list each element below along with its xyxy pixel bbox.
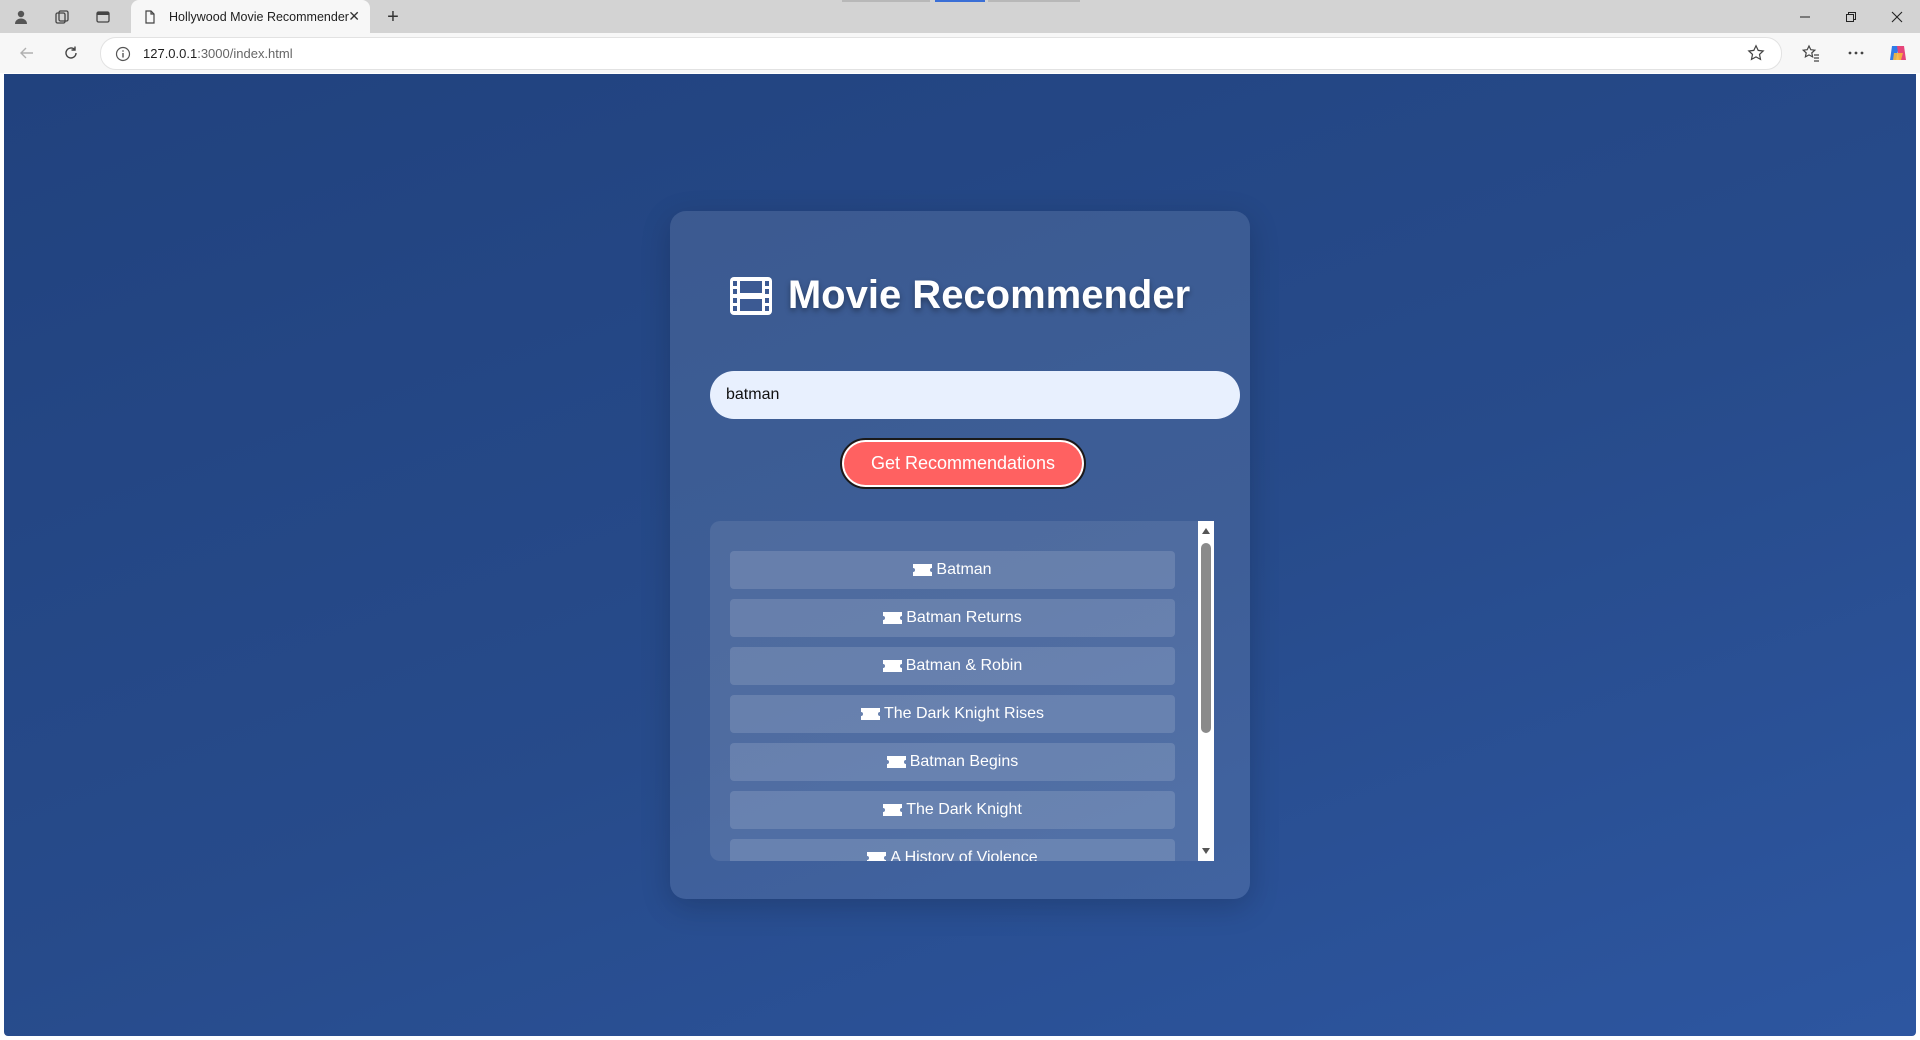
get-recommendations-button[interactable]: Get Recommendations <box>840 438 1086 489</box>
ticket-icon <box>886 756 906 768</box>
browser-tab-bar: Hollywood Movie Recommender ✕ + <box>0 0 1920 33</box>
tab-title: Hollywood Movie Recommender <box>169 9 349 24</box>
favorites-icon[interactable] <box>1797 39 1825 67</box>
tab-active[interactable]: Hollywood Movie Recommender ✕ <box>131 0 370 33</box>
result-item[interactable]: The Dark Knight Rises <box>730 695 1175 733</box>
result-item[interactable]: Batman Begins <box>730 743 1175 781</box>
recommender-card: Movie Recommender Get Recommendations Ba… <box>670 211 1250 899</box>
page-title-text: Movie Recommender <box>787 273 1191 317</box>
result-item[interactable]: Batman & Robin <box>730 647 1175 685</box>
reload-button[interactable] <box>57 39 85 67</box>
address-bar[interactable]: 127.0.0.1:3000/index.html <box>100 37 1782 70</box>
page-viewport: Movie Recommender Get Recommendations Ba… <box>4 74 1916 1036</box>
ticket-icon <box>913 564 933 576</box>
result-title: Batman Returns <box>906 609 1022 626</box>
result-title: A History of Violence <box>890 849 1038 861</box>
site-info-icon[interactable] <box>115 46 131 62</box>
minimize-icon[interactable] <box>1782 0 1828 33</box>
results-list: Batman Batman Returns Batman & Robin The… <box>730 551 1175 861</box>
tab-strip-indicator <box>988 0 1080 2</box>
url-path: :3000/index.html <box>197 46 293 61</box>
ticket-icon <box>882 660 902 672</box>
url-host: 127.0.0.1 <box>143 46 198 61</box>
result-item[interactable]: The Dark Knight <box>730 791 1175 829</box>
result-item[interactable]: A History of Violence <box>730 839 1175 861</box>
result-title: Batman & Robin <box>905 657 1023 674</box>
close-tab-icon[interactable]: ✕ <box>348 8 360 25</box>
search-input[interactable] <box>710 371 1240 419</box>
page-icon <box>143 9 157 24</box>
workspaces-icon[interactable] <box>48 5 76 29</box>
ticket-icon <box>883 612 903 624</box>
result-item[interactable]: Batman Returns <box>730 599 1175 637</box>
ticket-icon <box>860 708 880 720</box>
results-scrollbar[interactable] <box>1198 521 1214 861</box>
result-title: The Dark Knight Rises <box>883 705 1045 722</box>
tab-strip-indicator <box>842 0 930 2</box>
copilot-icon[interactable] <box>1884 39 1912 67</box>
tab-strip-indicator-active <box>935 0 985 2</box>
restore-icon[interactable] <box>1828 0 1874 33</box>
results-list-container[interactable]: Batman Batman Returns Batman & Robin The… <box>710 521 1210 861</box>
scroll-down-arrow-icon[interactable] <box>1202 848 1210 854</box>
browser-toolbar: 127.0.0.1:3000/index.html <box>0 33 1920 73</box>
result-title: Batman Begins <box>909 753 1019 770</box>
favorite-star-icon[interactable] <box>1747 44 1765 62</box>
url-text[interactable]: 127.0.0.1:3000/index.html <box>143 46 293 61</box>
profile-icon[interactable] <box>7 5 35 29</box>
film-icon <box>729 276 772 315</box>
result-title: The Dark Knight <box>906 801 1022 818</box>
back-button[interactable] <box>13 39 41 67</box>
new-tab-button[interactable]: + <box>380 4 406 30</box>
vertical-tabs-icon[interactable] <box>89 5 117 29</box>
ticket-icon <box>883 804 903 816</box>
result-title: Batman <box>936 561 992 578</box>
result-item[interactable]: Batman <box>730 551 1175 589</box>
scroll-up-arrow-icon[interactable] <box>1202 528 1210 534</box>
page-title: Movie Recommender <box>670 273 1250 318</box>
close-window-icon[interactable] <box>1874 0 1920 33</box>
scrollbar-thumb[interactable] <box>1201 543 1211 733</box>
more-menu-icon[interactable] <box>1842 39 1870 67</box>
ticket-icon <box>867 852 887 861</box>
